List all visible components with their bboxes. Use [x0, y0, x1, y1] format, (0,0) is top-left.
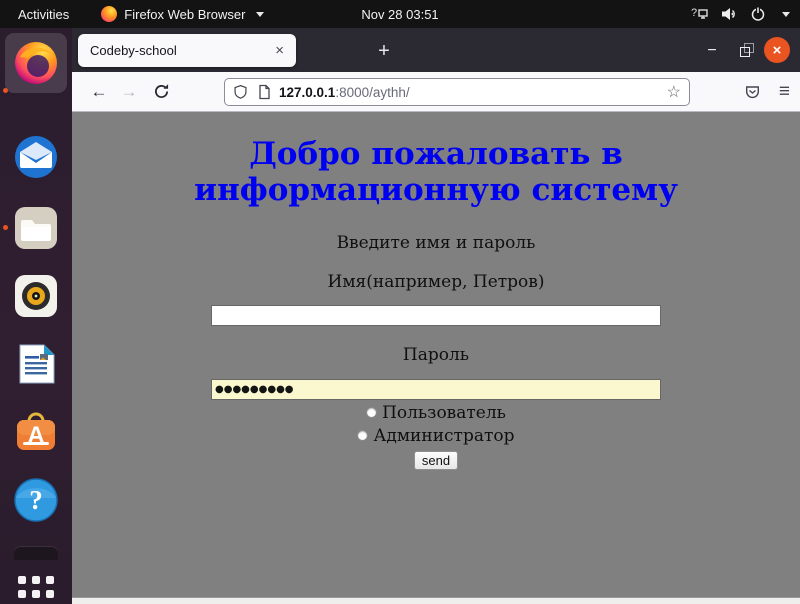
help-icon: ? [12, 476, 60, 524]
dock-item-thunderbird[interactable] [12, 133, 60, 181]
dock-item-rhythmbox[interactable] [12, 272, 60, 320]
role-option-user[interactable]: Пользователь [72, 403, 800, 423]
svg-text:?: ? [691, 7, 697, 19]
libreoffice-writer-icon [12, 340, 60, 388]
name-label: Имя(например, Петров) [72, 272, 800, 292]
minimize-button[interactable]: − [702, 40, 722, 60]
navigation-toolbar: ← → 127.0.0.1:8000/aythh/ ☆ [72, 72, 800, 112]
url-text[interactable]: 127.0.0.1:8000/aythh/ [279, 85, 661, 100]
app-menu-label: Firefox Web Browser [124, 7, 245, 22]
grid-dot [18, 590, 26, 598]
pocket-icon[interactable] [744, 84, 761, 100]
new-tab-button[interactable]: + [370, 37, 398, 65]
page-title: Добро пожаловать в информационную систем… [156, 137, 716, 209]
restore-button[interactable] [740, 43, 754, 57]
grid-dot [46, 576, 54, 584]
role-user-label: Пользователь [382, 403, 506, 423]
url-path: :8000/aythh/ [335, 85, 409, 100]
tab-close-icon[interactable]: × [273, 43, 286, 58]
system-tray[interactable]: ? [691, 6, 790, 22]
dock: A ? [0, 28, 72, 604]
dock-item-partially-hidden[interactable] [14, 546, 58, 560]
show-applications-button[interactable] [18, 576, 54, 604]
chevron-down-icon [256, 12, 264, 17]
tab-bar: Codeby-school × + − × [72, 28, 800, 72]
network-unknown-icon: ? [691, 6, 709, 22]
ubuntu-software-icon: A [12, 408, 60, 456]
firefox-window: Codeby-school × + − × ← → [72, 28, 800, 604]
send-button[interactable]: send [414, 451, 458, 470]
dock-item-files[interactable] [12, 204, 60, 252]
dock-item-ubuntu-software[interactable]: A [12, 408, 60, 456]
dock-item-firefox[interactable] [12, 39, 60, 87]
volume-icon [721, 6, 738, 22]
firefox-icon [101, 6, 117, 22]
shield-icon [233, 84, 248, 100]
toolbar-right: ≡ [744, 72, 790, 112]
svg-text:?: ? [29, 485, 43, 515]
running-indicator [3, 225, 8, 230]
forward-button[interactable]: → [114, 82, 144, 102]
name-input[interactable] [211, 305, 661, 326]
power-icon [750, 6, 766, 22]
password-label: Пароль [72, 345, 800, 365]
back-button[interactable]: ← [84, 82, 114, 102]
close-window-button[interactable]: × [764, 37, 790, 63]
radio-button-icon[interactable] [357, 430, 368, 441]
activities-button[interactable]: Activities [12, 5, 75, 24]
chevron-down-icon [782, 12, 790, 17]
url-host: 127.0.0.1 [279, 85, 335, 100]
tab-codeby-school[interactable]: Codeby-school × [78, 34, 296, 67]
dock-item-libreoffice-writer[interactable] [12, 340, 60, 388]
password-input[interactable] [211, 379, 661, 400]
intro-text: Введите имя и пароль [72, 233, 800, 253]
hamburger-menu-icon[interactable]: ≡ [779, 81, 790, 103]
dock-item-help[interactable]: ? [12, 476, 60, 524]
system-top-bar: Activities Firefox Web Browser Nov 28 03… [0, 0, 800, 28]
url-bar[interactable]: 127.0.0.1:8000/aythh/ ☆ [224, 78, 690, 106]
restore-icon [740, 47, 750, 57]
thunderbird-icon [12, 133, 60, 181]
grid-dot [32, 576, 40, 584]
running-indicator [3, 88, 8, 93]
bookmark-star-icon[interactable]: ☆ [667, 82, 681, 102]
page-info-icon[interactable] [257, 84, 271, 100]
reload-button[interactable] [153, 83, 170, 100]
grid-dot [32, 590, 40, 598]
firefox-icon [12, 39, 60, 87]
app-menu[interactable]: Firefox Web Browser [101, 6, 264, 22]
tab-title: Codeby-school [90, 43, 273, 58]
grid-dot [46, 590, 54, 598]
window-bottom-edge [72, 597, 800, 604]
rhythmbox-icon [12, 272, 60, 320]
desktop: Activities Firefox Web Browser Nov 28 03… [0, 0, 800, 604]
radio-button-icon[interactable] [366, 407, 377, 418]
role-admin-label: Администратор [373, 426, 514, 446]
grid-dot [18, 576, 26, 584]
role-option-admin[interactable]: Администратор [72, 426, 800, 446]
files-icon [12, 204, 60, 252]
page-content: Добро пожаловать в информационную систем… [72, 112, 800, 597]
